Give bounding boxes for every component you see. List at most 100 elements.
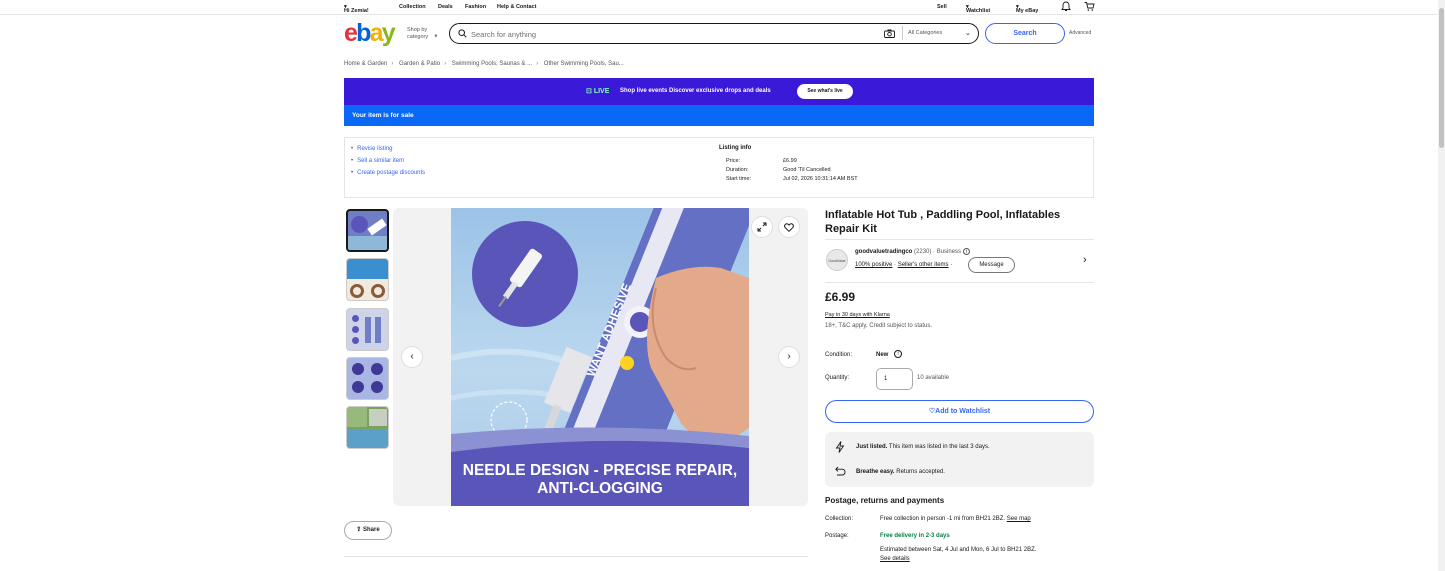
lightning-icon [835, 441, 845, 456]
live-events-banner: ⊡ LIVE Shop live events Discover exclusi… [344, 78, 1094, 105]
info-box: Just listed. This item was listed in the… [825, 432, 1094, 487]
klarna-note: 18+, T&C apply, Credit subject to status… [825, 323, 932, 329]
nav-link-fashion[interactable]: Fashion [465, 4, 486, 10]
nav-link-collection[interactable]: Collection [399, 4, 426, 10]
message-button[interactable]: Message [968, 257, 1015, 273]
item-price: £6.99 [825, 290, 856, 304]
thumbnail-4[interactable] [346, 357, 389, 400]
seller-links: 100% positive · Seller's other items · [855, 262, 953, 268]
scrollbar[interactable] [1438, 0, 1445, 571]
chevron-right-icon: › [391, 61, 394, 67]
search-icon [458, 29, 467, 40]
thumbnail-3[interactable] [346, 308, 389, 351]
search-bar: Search for anything All Categories ⌄ [449, 23, 979, 44]
next-image-button[interactable]: › [778, 346, 800, 368]
listing-info-heading: Listing info [719, 145, 752, 151]
postage-discounts-link[interactable]: Create postage discounts [351, 170, 425, 176]
see-whats-live-button[interactable]: See what's live [797, 84, 853, 99]
breadcrumb: Home & Garden › Garden & Patio › Swimming … [344, 61, 624, 67]
camera-icon[interactable] [884, 29, 895, 40]
see-details-link[interactable]: See details [880, 556, 910, 562]
quantity-label: Quantity: [825, 375, 850, 381]
estimated-delivery: Estimated between Sat, 4 Jul and Mon, 6 … [880, 547, 1037, 553]
listing-info-row: Start time: Jul 02, 2026 10:31:14 AM BST [726, 175, 858, 182]
return-icon [835, 466, 846, 479]
seller-type: · Business [933, 249, 962, 255]
chevron-right-icon: › [444, 61, 447, 67]
quantity-input[interactable]: 1 [876, 368, 913, 390]
shop-by-category[interactable]: Shop by category ▾ [407, 27, 437, 40]
advanced-search-link[interactable]: Advanced [1069, 30, 1091, 36]
live-banner-text: Shop live events Discover exclusive drop… [620, 88, 771, 94]
thumbnail-5[interactable] [346, 406, 389, 449]
listing-info-row: Duration: Good 'Til Cancelled [726, 166, 831, 173]
watch-heart-button[interactable] [778, 216, 800, 238]
breadcrumb-item[interactable]: Home & Garden [344, 61, 387, 67]
seller-panel: Revise listing Sell a similar item Creat… [344, 137, 1094, 198]
cart-icon[interactable] [1084, 1, 1095, 14]
just-listed-note: Just listed. This item was listed in the… [856, 444, 990, 450]
expand-icon [757, 222, 767, 235]
postage-value: Free delivery in 2-3 days [880, 533, 950, 539]
klarna-link[interactable]: Pay in 30 days with Klarna [825, 312, 890, 318]
postage-heading: Postage, returns and payments [825, 496, 945, 505]
ebay-logo[interactable]: ebay [344, 19, 396, 48]
chevron-left-icon: ‹ [410, 351, 414, 362]
breadcrumb-item[interactable]: Swimming Pools, Saunas & ... [452, 61, 532, 67]
scrollbar-thumb[interactable] [1439, 8, 1444, 148]
share-button[interactable]: ⇪ Share [344, 521, 392, 540]
postage-label: Postage: [825, 533, 849, 539]
chevron-down-icon: ▾ [434, 33, 438, 40]
item-for-sale-bar: Your item is for sale [344, 105, 1094, 126]
live-badge: ⊡ LIVE [586, 88, 610, 95]
chevron-right-icon: › [536, 61, 539, 67]
expand-button[interactable] [751, 216, 773, 238]
condition-value: New [876, 352, 889, 358]
nav-link-watchlist[interactable]: Watchlist ▾ [966, 4, 990, 14]
add-to-watchlist-button[interactable]: ♡Add to Watchlist [825, 400, 1094, 423]
top-divider [0, 14, 1438, 15]
see-map-link[interactable]: See map [1007, 516, 1031, 522]
listing-info-row: Price: £6.99 [726, 157, 797, 164]
seller-info: goodvaluetradingco (2230) · Business i [855, 248, 970, 255]
chevron-right-icon[interactable]: › [1083, 254, 1087, 266]
divider [825, 282, 1094, 283]
search-button[interactable]: Search [985, 23, 1065, 44]
product-photo: WANT ADHESIVE NEEDLE DESIGN - PRECISE RE… [451, 208, 749, 506]
breadcrumb-item[interactable]: Other Swimming Pools, Sau... [544, 61, 624, 67]
sellers-other-items-link[interactable]: Seller's other items [898, 262, 949, 268]
nav-link-deals[interactable]: Deals [438, 4, 453, 10]
nav-link-my-ebay[interactable]: My eBay ▾ [1016, 4, 1038, 14]
chevron-down-icon: ⌄ [965, 30, 971, 37]
divider [825, 239, 1094, 240]
chevron-right-icon: › [787, 351, 791, 362]
condition-label: Condition: [825, 352, 853, 358]
positive-feedback-link[interactable]: 100% positive [855, 262, 892, 268]
divider [344, 556, 808, 557]
listing-info: Listing info Price: £6.99 Duration: Good '… [719, 145, 858, 183]
available-count: 10 available [917, 375, 950, 381]
seller-name[interactable]: goodvaluetradingco [855, 249, 912, 255]
returns-note: Breathe easy. Returns accepted. [856, 469, 945, 475]
previous-image-button[interactable]: ‹ [401, 346, 423, 368]
info-icon[interactable]: i [894, 350, 902, 358]
seller-score: (2230) [914, 249, 932, 255]
info-icon[interactable]: i [962, 248, 970, 255]
seller-actions: Revise listing Sell a similar item Creat… [351, 146, 425, 182]
top-nav: Hi Zemia! ▾ Collection Deals Fashion Hel… [344, 0, 1095, 14]
share-icon: ⇪ [356, 527, 362, 533]
seller-logo[interactable]: GoodValue [826, 249, 848, 271]
bell-icon[interactable] [1061, 1, 1071, 14]
category-select[interactable]: All Categories [908, 30, 942, 36]
nav-link-sell[interactable]: Sell [937, 4, 947, 10]
main-product-image: WANT ADHESIVE NEEDLE DESIGN - PRECISE RE… [393, 208, 808, 506]
thumbnail-1[interactable] [346, 209, 389, 252]
breadcrumb-item[interactable]: Garden & Patio [399, 61, 440, 67]
sell-similar-link[interactable]: Sell a similar item [351, 158, 425, 164]
heart-icon [784, 223, 794, 235]
nav-link-help[interactable]: Help & Contact [497, 4, 536, 10]
greeting-link[interactable]: Hi Zemia! ▾ [344, 4, 369, 14]
search-input[interactable]: Search for anything [471, 30, 536, 39]
revise-listing-link[interactable]: Revise listing [351, 146, 425, 152]
thumbnail-2[interactable] [346, 258, 389, 301]
